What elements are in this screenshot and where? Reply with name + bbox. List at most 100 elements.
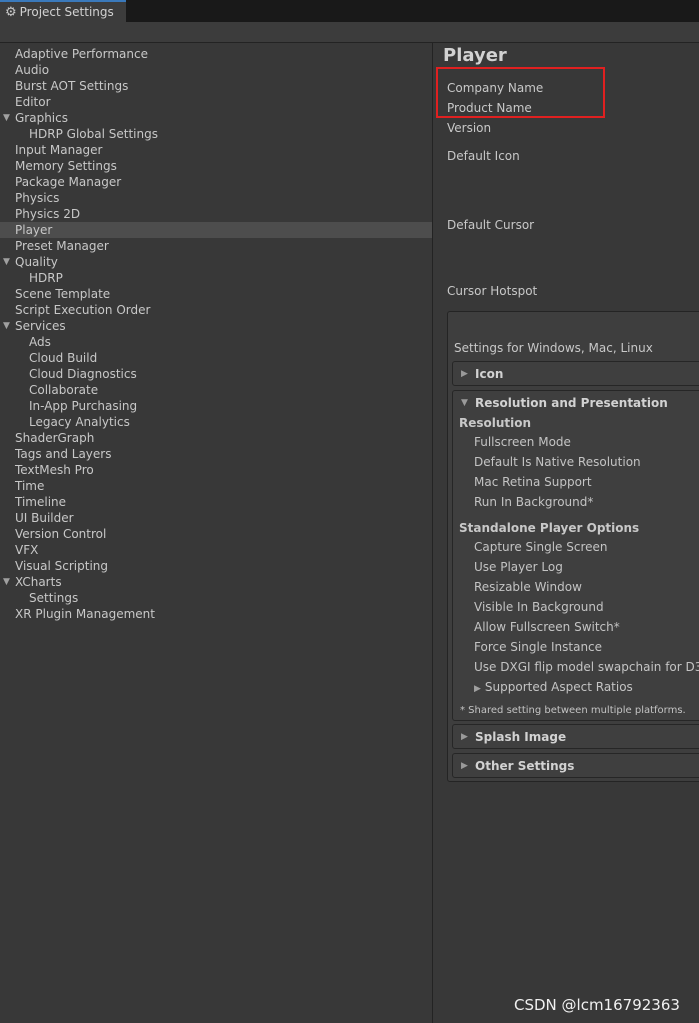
other-section-label: Other Settings xyxy=(475,759,575,773)
cursor-hotspot-label: Cursor Hotspot xyxy=(447,284,538,298)
sidebar-item-editor[interactable]: Editor xyxy=(0,94,432,110)
sidebar-item-ui-builder[interactable]: UI Builder xyxy=(0,510,432,526)
sidebar-item-label: XCharts xyxy=(15,575,62,589)
sidebar-item-time[interactable]: Time xyxy=(0,478,432,494)
shared-setting-note: * Shared setting between multiple platfo… xyxy=(460,705,686,716)
sidebar-item-xr-plugin-management[interactable]: XR Plugin Management xyxy=(0,606,432,622)
sidebar-item-xcharts[interactable]: ▼ XCharts xyxy=(0,574,432,590)
sidebar-item-label: Legacy Analytics xyxy=(29,415,130,429)
sidebar-item-label: Scene Template xyxy=(15,287,111,301)
supported-aspect-ratios-label: Supported Aspect Ratios xyxy=(484,680,633,694)
other-settings-foldout[interactable]: ▶ Other Settings xyxy=(452,753,699,778)
caret-right-icon: ▶ xyxy=(461,369,468,379)
sidebar-item-preset-manager[interactable]: Preset Manager xyxy=(0,238,432,254)
sidebar-item-label: Ads xyxy=(29,335,51,349)
sidebar-item-hdrp-global-settings[interactable]: HDRP Global Settings xyxy=(0,126,432,142)
sidebar-item-audio[interactable]: Audio xyxy=(0,62,432,78)
splash-section-label: Splash Image xyxy=(475,730,567,744)
sidebar-item-label: HDRP xyxy=(29,271,63,285)
sidebar-item-label: XR Plugin Management xyxy=(15,607,155,621)
expand-arrow-icon[interactable]: ▼ xyxy=(3,318,10,334)
sidebar-item-tags-and-layers[interactable]: Tags and Layers xyxy=(0,446,432,462)
supported-aspect-ratios-foldout[interactable]: ▶ Supported Aspect Ratios xyxy=(474,680,633,694)
sidebar-item-input-manager[interactable]: Input Manager xyxy=(0,142,432,158)
sidebar-item-burst-aot-settings[interactable]: Burst AOT Settings xyxy=(0,78,432,94)
sidebar-item-quality[interactable]: ▼ Quality xyxy=(0,254,432,270)
sidebar-item-label: Physics 2D xyxy=(15,207,81,221)
tab-bar: ⚙ Project Settings xyxy=(0,0,699,22)
sidebar-item-collaborate[interactable]: Collaborate xyxy=(0,382,432,398)
sidebar-item-label: In-App Purchasing xyxy=(29,399,138,413)
sidebar-item-textmesh-pro[interactable]: TextMesh Pro xyxy=(0,462,432,478)
expand-arrow-icon[interactable]: ▼ xyxy=(3,110,10,126)
sidebar-item-label: Visual Scripting xyxy=(15,559,108,573)
default-icon-label: Default Icon xyxy=(447,149,520,163)
sidebar-item-physics[interactable]: Physics xyxy=(0,190,432,206)
sidebar-item-label: Timeline xyxy=(15,495,67,509)
sidebar-item-label: Input Manager xyxy=(15,143,103,157)
sidebar-item-vfx[interactable]: VFX xyxy=(0,542,432,558)
sidebar-item-physics-2d[interactable]: Physics 2D xyxy=(0,206,432,222)
tab-project-settings[interactable]: ⚙ Project Settings xyxy=(0,0,126,22)
sidebar-item-label: Package Manager xyxy=(15,175,122,189)
sidebar-item-label: Cloud Diagnostics xyxy=(29,367,137,381)
dxgi-flip-model-option: Use DXGI flip model swapchain for D3D11 xyxy=(474,660,699,674)
splash-image-foldout[interactable]: ▶ Splash Image xyxy=(452,724,699,749)
icon-foldout[interactable]: ▶ Icon xyxy=(452,361,699,386)
sidebar-item-label: Preset Manager xyxy=(15,239,109,253)
mac-retina-support-option: Mac Retina Support xyxy=(474,475,592,489)
resolution-section-label: Resolution and Presentation xyxy=(475,396,668,410)
allow-fullscreen-switch-option: Allow Fullscreen Switch* xyxy=(474,620,620,634)
sidebar-item-shadergraph[interactable]: ShaderGraph xyxy=(0,430,432,446)
sidebar-item-label: Editor xyxy=(15,95,51,109)
sidebar-item-memory-settings[interactable]: Memory Settings xyxy=(0,158,432,174)
sidebar-item-in-app-purchasing[interactable]: In-App Purchasing xyxy=(0,398,432,414)
player-settings-panel: Player Company Name Product Name Version… xyxy=(433,43,699,1023)
sidebar-item-hdrp[interactable]: HDRP xyxy=(0,270,432,286)
sidebar-item-label: Physics xyxy=(15,191,60,205)
sidebar-item-services[interactable]: ▼ Services xyxy=(0,318,432,334)
sidebar-item-adaptive-performance[interactable]: Adaptive Performance xyxy=(0,46,432,62)
sidebar-item-graphics[interactable]: ▼ Graphics xyxy=(0,110,432,126)
sidebar-item-label: Burst AOT Settings xyxy=(15,79,129,93)
resolution-foldout-header[interactable]: ▼ Resolution and Presentation xyxy=(453,391,699,415)
sidebar-item-label: VFX xyxy=(15,543,39,557)
sidebar-item-ads[interactable]: Ads xyxy=(0,334,432,350)
standalone-subheader: Standalone Player Options xyxy=(459,521,640,535)
sidebar-item-visual-scripting[interactable]: Visual Scripting xyxy=(0,558,432,574)
sidebar-item-cloud-build[interactable]: Cloud Build xyxy=(0,350,432,366)
sidebar-item-cloud-diagnostics[interactable]: Cloud Diagnostics xyxy=(0,366,432,382)
sidebar-item-label: Tags and Layers xyxy=(15,447,112,461)
gear-icon: ⚙ xyxy=(5,4,17,20)
sidebar-item-player[interactable]: Player xyxy=(0,222,432,238)
force-single-instance-option: Force Single Instance xyxy=(474,640,603,654)
sidebar-item-script-execution-order[interactable]: Script Execution Order xyxy=(0,302,432,318)
sidebar-item-settings[interactable]: Settings xyxy=(0,590,432,606)
resolution-subheader: Resolution xyxy=(459,416,532,430)
sidebar-item-label: ShaderGraph xyxy=(15,431,95,445)
watermark: CSDN @lcm16792363 xyxy=(514,996,680,1014)
expand-arrow-icon[interactable]: ▼ xyxy=(3,574,10,590)
sidebar-item-label: HDRP Global Settings xyxy=(29,127,158,141)
sidebar-item-timeline[interactable]: Timeline xyxy=(0,494,432,510)
sidebar-item-label: Settings xyxy=(29,591,79,605)
sidebar-item-label: Memory Settings xyxy=(15,159,117,173)
sidebar-item-label: Player xyxy=(15,223,53,237)
sidebar-item-legacy-analytics[interactable]: Legacy Analytics xyxy=(0,414,432,430)
sidebar-item-package-manager[interactable]: Package Manager xyxy=(0,174,432,190)
sidebar-item-scene-template[interactable]: Scene Template xyxy=(0,286,432,302)
caret-right-icon: ▶ xyxy=(474,684,481,694)
sidebar-item-label: Collaborate xyxy=(29,383,99,397)
platform-settings-box: Settings for Windows, Mac, Linux ▶ Icon … xyxy=(447,311,699,782)
caret-right-icon: ▶ xyxy=(461,732,468,742)
sidebar-item-version-control[interactable]: Version Control xyxy=(0,526,432,542)
sidebar-item-label: Quality xyxy=(15,255,58,269)
caret-down-icon: ▼ xyxy=(461,398,468,408)
resizable-window-option: Resizable Window xyxy=(474,580,582,594)
icon-section-label: Icon xyxy=(475,367,504,381)
default-cursor-label: Default Cursor xyxy=(447,218,535,232)
expand-arrow-icon[interactable]: ▼ xyxy=(3,254,10,270)
sidebar-item-label: Cloud Build xyxy=(29,351,98,365)
page-title: Player xyxy=(443,45,507,66)
use-player-log-option: Use Player Log xyxy=(474,560,563,574)
